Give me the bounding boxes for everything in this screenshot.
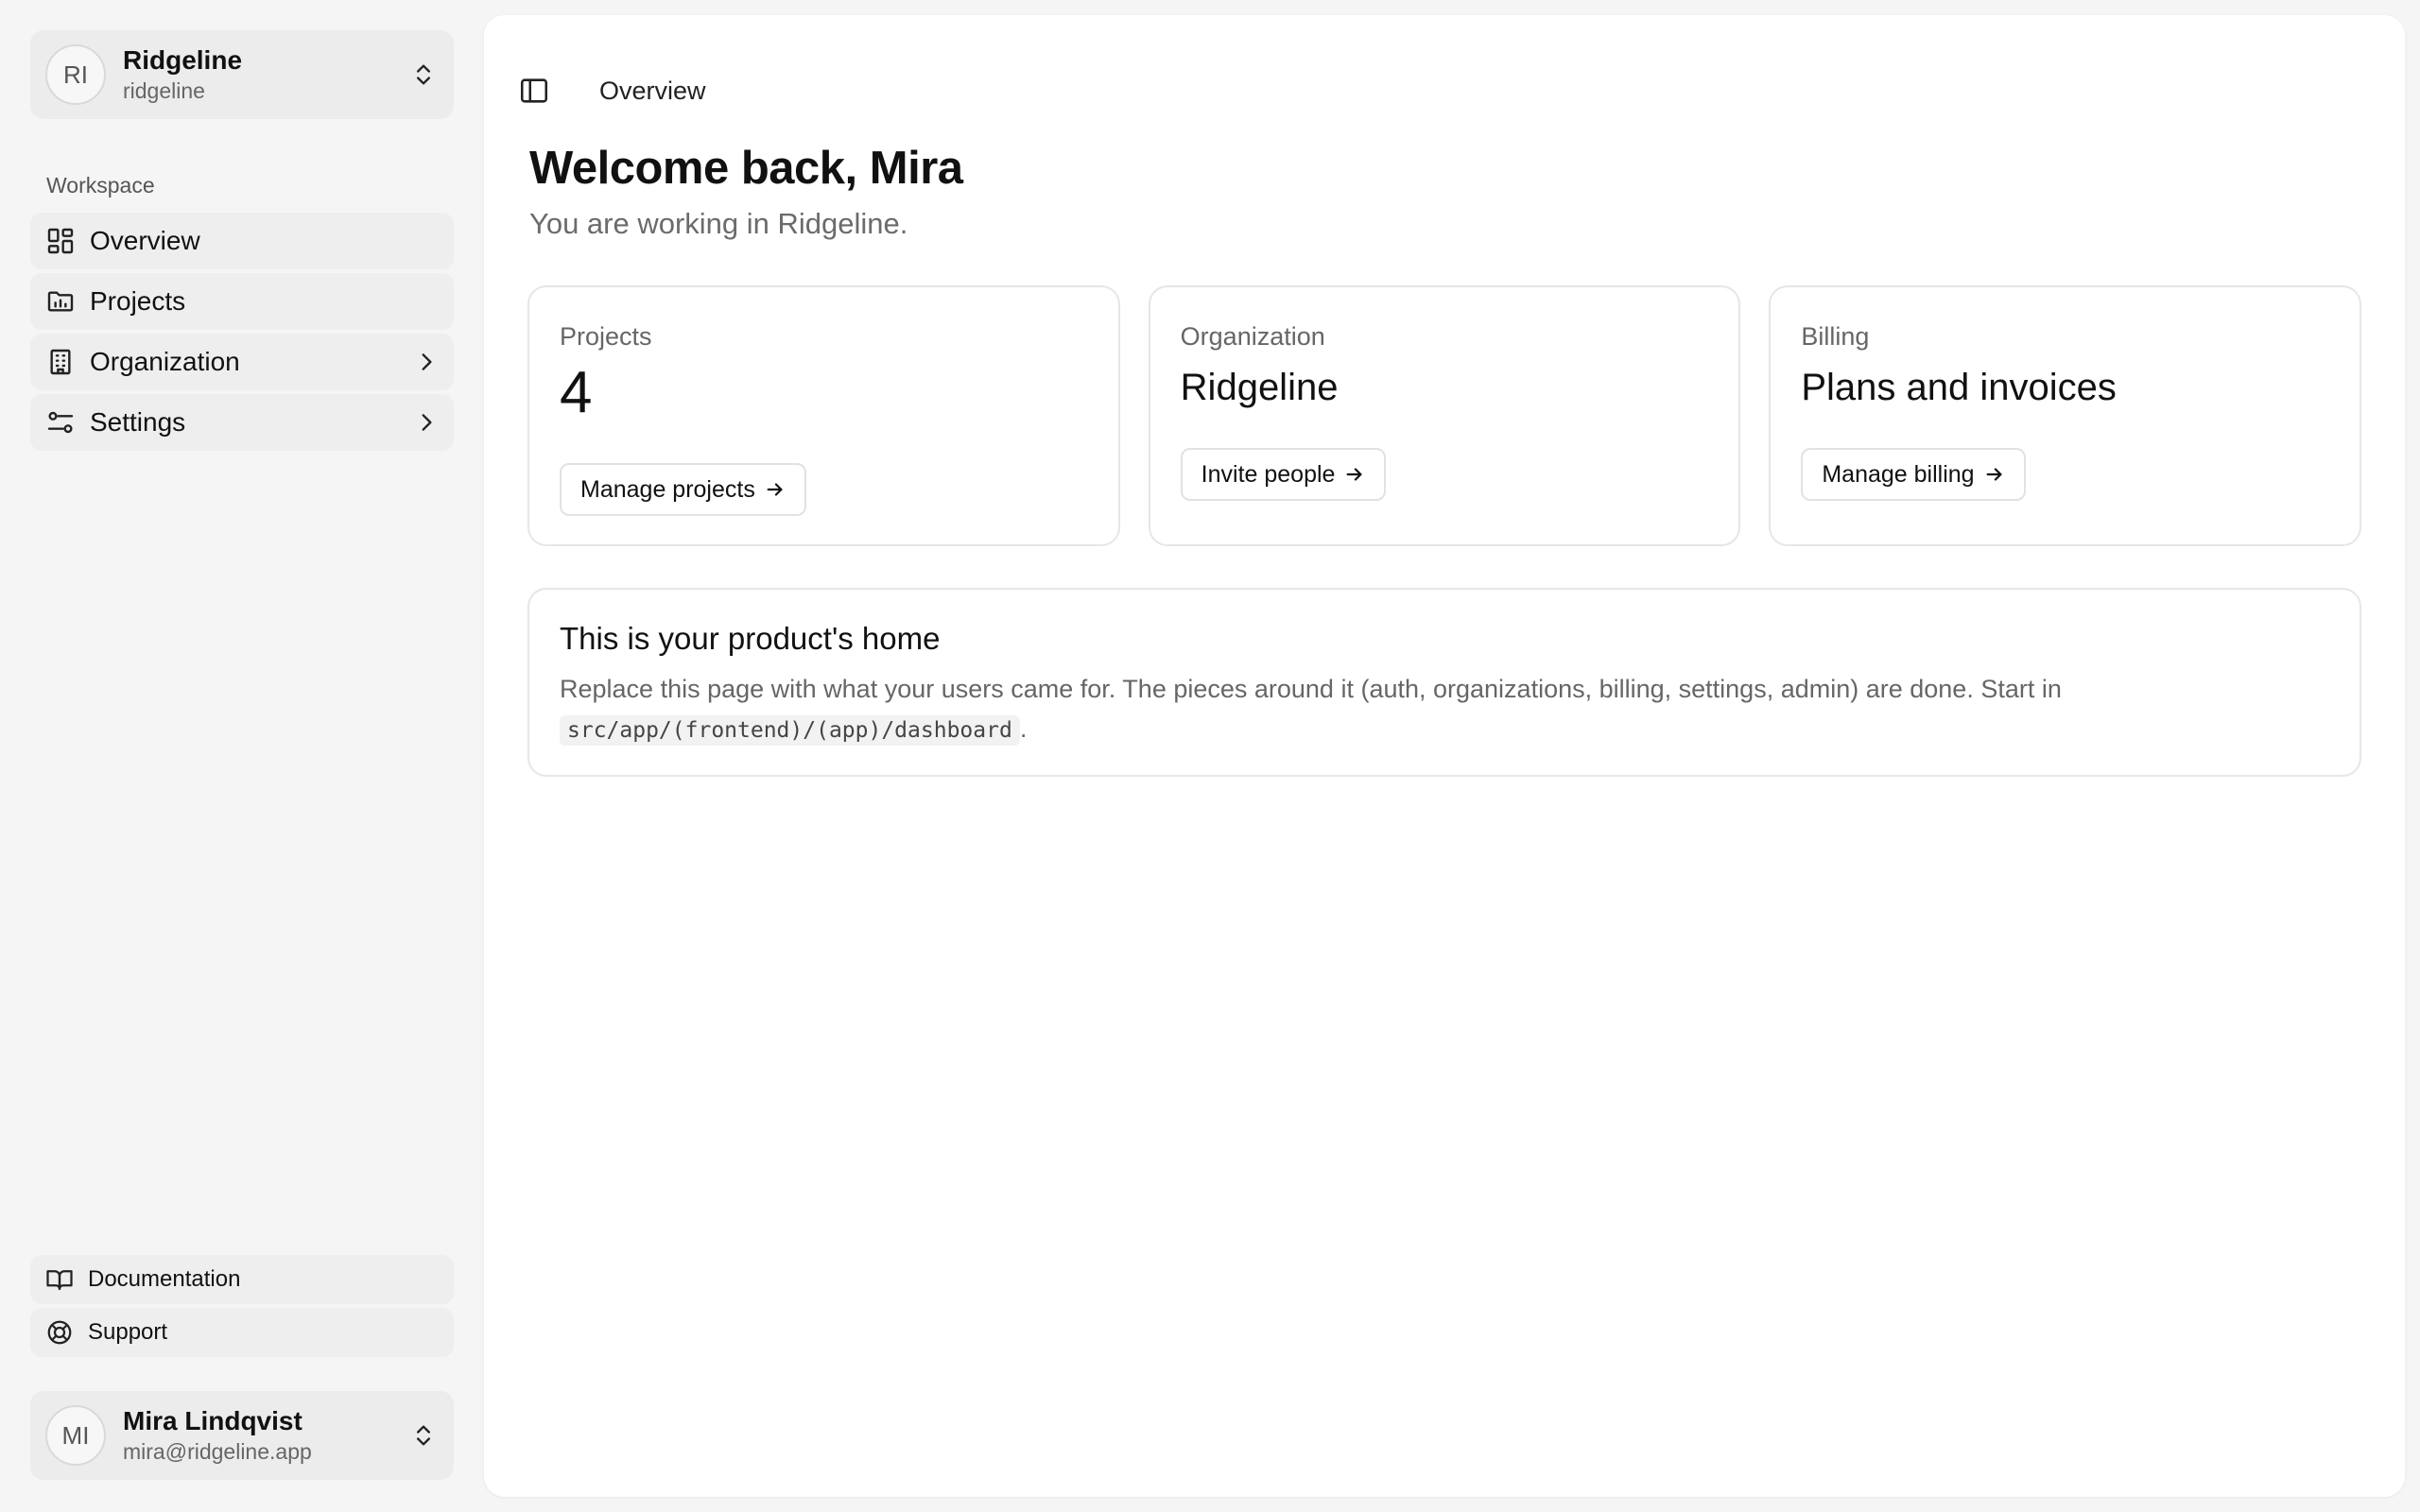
summary-cards: Projects 4 Manage projects Organization …	[527, 285, 2362, 546]
button-label: Manage projects	[580, 475, 755, 503]
sidebar-item-projects[interactable]: Projects	[30, 273, 454, 330]
billing-card: Billing Plans and invoices Manage billin…	[1769, 285, 2362, 546]
org-avatar: RI	[45, 44, 106, 105]
product-home-card: This is your product's home Replace this…	[527, 588, 2361, 777]
support-label: Support	[88, 1319, 168, 1345]
main-content: Overview Welcome back, Mira You are work…	[484, 15, 2405, 1497]
user-avatar: MI	[45, 1405, 106, 1466]
app-root: RI Ridgeline ridgeline Workspace Overvie…	[0, 0, 2420, 1512]
sidebar-nav: Overview Projects Organization Settings	[30, 213, 454, 455]
dashboard-icon	[47, 228, 74, 254]
billing-summary: Plans and invoices	[1801, 367, 2117, 408]
building-icon	[50, 349, 71, 375]
org-switcher[interactable]: RI Ridgeline ridgeline	[30, 30, 454, 119]
button-label: Invite people	[1201, 460, 1336, 488]
arrow-right-icon	[1986, 468, 2002, 481]
projects-card: Projects 4 Manage projects	[527, 285, 1120, 546]
life-buoy-icon	[47, 1320, 72, 1345]
sidebar-item-label: Projects	[90, 286, 186, 316]
card-label: Billing	[1801, 322, 1870, 351]
sidebar-item-settings[interactable]: Settings	[30, 394, 454, 451]
arrow-right-icon	[1347, 468, 1362, 481]
arrow-right-icon	[767, 483, 783, 496]
sidebar-toggle-icon[interactable]	[518, 75, 550, 107]
book-icon	[46, 1270, 73, 1291]
projects-count: 4	[560, 360, 593, 425]
dashboard-path: src/app/(frontend)/(app)/dashboard	[560, 715, 1020, 746]
card-label: Projects	[560, 322, 652, 351]
sliders-icon	[47, 411, 74, 434]
sidebar-item-label: Overview	[90, 226, 200, 255]
page-subtitle: You are working in Ridgeline.	[529, 207, 908, 240]
sidebar-item-label: Organization	[90, 347, 240, 376]
sidebar-bottom-links: Documentation Support	[30, 1255, 454, 1361]
breadcrumb: Overview	[599, 76, 706, 105]
invite-people-button[interactable]: Invite people	[1180, 448, 1387, 501]
support-link[interactable]: Support	[30, 1308, 454, 1357]
sidebar: RI Ridgeline ridgeline Workspace Overvie…	[0, 0, 484, 1512]
chevron-right-icon	[422, 414, 432, 431]
org-switcher-text: Ridgeline ridgeline	[123, 44, 410, 105]
chevrons-up-down-icon	[417, 64, 430, 85]
home-card-body: Replace this page with what your users c…	[560, 669, 2329, 750]
organization-name: Ridgeline	[1180, 367, 1339, 408]
documentation-label: Documentation	[88, 1266, 241, 1292]
button-label: Manage billing	[1822, 460, 1975, 488]
user-switcher[interactable]: MI Mira Lindqvist mira@ridgeline.app	[30, 1391, 454, 1480]
topbar: Overview	[518, 62, 706, 119]
organization-card: Organization Ridgeline Invite people	[1148, 285, 1741, 546]
welcome-section: Welcome back, Mira You are working in Ri…	[529, 140, 963, 242]
documentation-link[interactable]: Documentation	[30, 1255, 454, 1304]
card-label: Organization	[1180, 322, 1325, 351]
org-name: Ridgeline	[123, 45, 243, 75]
sidebar-section-label: Workspace	[46, 173, 155, 198]
org-slug: ridgeline	[123, 78, 205, 103]
user-email: mira@ridgeline.app	[123, 1439, 312, 1464]
home-card-period: .	[1019, 714, 1028, 743]
home-card-text: Replace this page with what your users c…	[560, 675, 2062, 703]
user-switcher-text: Mira Lindqvist mira@ridgeline.app	[123, 1405, 410, 1466]
user-name: Mira Lindqvist	[123, 1406, 302, 1435]
manage-projects-button[interactable]: Manage projects	[560, 463, 806, 516]
chevron-right-icon	[422, 353, 432, 370]
sidebar-item-organization[interactable]: Organization	[30, 334, 454, 390]
chevrons-up-down-icon	[417, 1425, 430, 1446]
sidebar-item-overview[interactable]: Overview	[30, 213, 454, 269]
home-card-title: This is your product's home	[560, 621, 941, 656]
page-title: Welcome back, Mira	[529, 143, 963, 194]
folder-chart-icon	[47, 291, 74, 312]
manage-billing-button[interactable]: Manage billing	[1801, 448, 2026, 501]
sidebar-item-label: Settings	[90, 407, 186, 437]
